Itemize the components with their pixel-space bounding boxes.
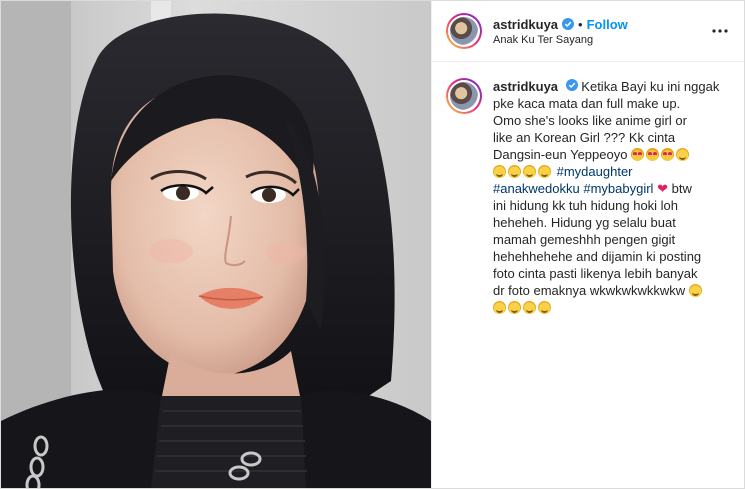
heart-eyes-emoji-icon (631, 148, 645, 161)
header-text: astridkuya • Follow Anak Ku Ter Sayang (493, 17, 708, 46)
caption-username-link[interactable]: astridkuya (493, 79, 558, 94)
caption-line: pke kaca mata dan full make up. (493, 96, 681, 111)
laughing-emoji-icon (538, 301, 551, 314)
caption-avatar[interactable] (446, 78, 482, 114)
caption-line: Dangsin-eun Yeppeoyo (493, 147, 628, 162)
separator-dot: • (578, 16, 583, 32)
caption-line: Ketika Bayi ku ini nggak (581, 79, 720, 94)
instagram-post: astridkuya • Follow Anak Ku Ter Sayang a… (0, 0, 745, 489)
profile-avatar[interactable] (446, 13, 482, 49)
red-heart-icon: ❤ (657, 181, 668, 196)
heart-eyes-emoji-icon (646, 148, 660, 161)
follow-button[interactable]: Follow (587, 17, 628, 32)
wink-emoji-icon (676, 148, 690, 161)
smile-emoji-icon (523, 165, 536, 178)
caption-block: astridkuya Ketika Bayi ku ini nggak pke … (432, 62, 744, 316)
more-options-button[interactable] (708, 19, 732, 43)
heart-eyes-emoji-icon (661, 148, 675, 161)
caption-line: like an Korean Girl ??? Kk cinta (493, 130, 676, 145)
location-link[interactable]: Anak Ku Ter Sayang (493, 34, 708, 46)
hashtag-link[interactable]: #mydaughter (557, 164, 633, 179)
portrait-image (1, 1, 431, 488)
smile-emoji-icon (508, 165, 521, 178)
post-header: astridkuya • Follow Anak Ku Ter Sayang (432, 1, 744, 62)
post-sidebar: astridkuya • Follow Anak Ku Ter Sayang a… (431, 1, 744, 488)
laughing-emoji-icon (508, 301, 521, 314)
caption-line: ini hidung kk tuh hidung hoki loh (493, 198, 679, 213)
more-options-icon (712, 29, 728, 33)
caption-line: dr foto emaknya wkwkwkwkkwkw (493, 283, 686, 298)
caption-text: astridkuya Ketika Bayi ku ini nggak pke … (493, 78, 732, 316)
caption-line: hehehhehehe and dijamin ki posting (493, 249, 702, 264)
hashtag-link[interactable]: #anakwedokku (493, 181, 580, 196)
smile-emoji-icon (493, 165, 506, 178)
verified-badge-icon (562, 18, 575, 30)
laughing-emoji-icon (688, 284, 702, 297)
caption-line: foto cinta pasti likenya lebih banyak (493, 266, 698, 281)
verified-badge-icon (565, 79, 578, 91)
caption-line: mamah gemeshhh pengen gigit (493, 232, 676, 247)
caption-line: btw (671, 181, 692, 196)
post-photo[interactable] (1, 1, 431, 488)
laughing-emoji-icon (523, 301, 536, 314)
laughing-emoji-icon (493, 301, 506, 314)
caption-line: heheheh. Hidung yg selalu buat (493, 215, 676, 230)
hashtag-link[interactable]: #mybabygirl (583, 181, 653, 196)
caption-line: Omo she's looks like anime girl or (493, 113, 687, 128)
username-link[interactable]: astridkuya (493, 17, 558, 32)
smile-emoji-icon (538, 165, 551, 178)
